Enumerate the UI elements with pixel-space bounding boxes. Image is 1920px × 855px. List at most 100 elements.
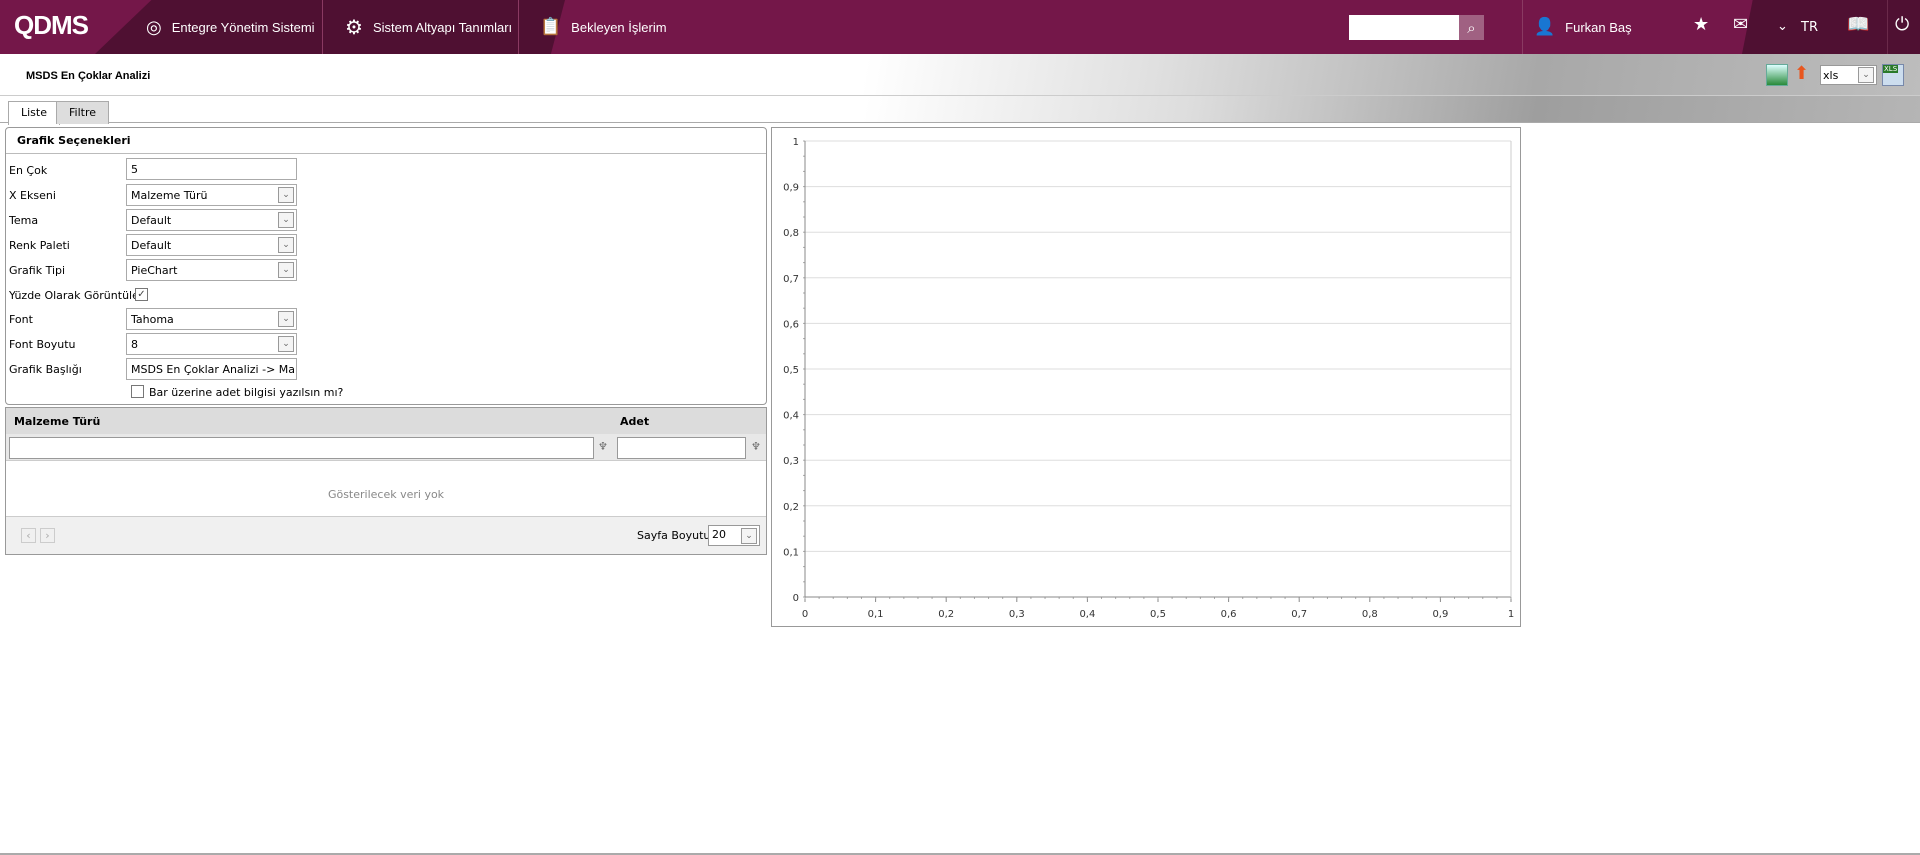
y-tick-label: 0,4	[783, 411, 799, 422]
divider	[518, 0, 519, 54]
y-tick-label: 0,3	[783, 456, 799, 467]
bar-label-text: Bar üzerine adet bilgisi yazılsın mı?	[149, 386, 344, 399]
chevron-down-icon: ⌄	[278, 187, 294, 203]
chevron-down-icon: ⌄	[278, 212, 294, 228]
chevron-down-icon: ⌄	[1858, 67, 1874, 83]
right-background	[1742, 0, 1920, 54]
panel-title: Grafik Seçenekleri	[6, 128, 766, 154]
x-tick-label: 0,6	[1221, 609, 1237, 620]
font-boyutu-select[interactable]: 8 ⌄	[126, 333, 297, 355]
column-header-malzeme[interactable]: Malzeme Türü	[14, 415, 100, 428]
qdms-logo[interactable]: QDMS	[14, 10, 89, 41]
search-button[interactable]: ⌕	[1459, 15, 1484, 40]
title-bar: MSDS En Çoklar Analizi ⬆ xls ⌄ XLS	[0, 54, 1920, 95]
top-navbar: QDMS ◎ Entegre Yönetim Sistemi ⚙ Sistem Al…	[0, 0, 1920, 54]
grafik-tipi-select[interactable]: PieChart ⌄	[126, 259, 297, 281]
tab-liste[interactable]: Liste	[8, 101, 60, 125]
prev-page-button[interactable]: ‹	[21, 528, 36, 543]
grid-header: Malzeme Türü Adet	[6, 408, 766, 434]
y-tick-label: 0,6	[783, 319, 799, 330]
divider	[322, 0, 323, 54]
chevron-down-icon: ⌄	[278, 237, 294, 253]
chart-icon[interactable]	[1766, 64, 1788, 86]
chevron-down-icon[interactable]: ⌄	[1777, 19, 1788, 34]
chart-options-panel: Grafik Seçenekleri En Çok 5 X Ekseni Mal…	[5, 127, 767, 405]
yuzde-checkbox[interactable]: ✓	[135, 288, 148, 301]
page-size-select[interactable]: 20 ⌄	[708, 525, 760, 546]
field-label: Tema	[9, 214, 39, 227]
field-label: Font	[9, 313, 33, 326]
adet-filter-input[interactable]	[617, 437, 746, 459]
x-ekseni-select[interactable]: Malzeme Türü ⌄	[126, 184, 297, 206]
x-tick-label: 1	[1508, 609, 1514, 620]
search-input[interactable]	[1349, 15, 1459, 40]
font-select[interactable]: Tahoma ⌄	[126, 308, 297, 330]
y-tick-label: 0,8	[783, 228, 799, 239]
field-label: Grafik Tipi	[9, 264, 66, 277]
user-menu[interactable]: 👤 Furkan Baş	[1534, 0, 1632, 54]
chevron-down-icon: ⌄	[278, 262, 294, 278]
filter-row: ♆ ♆	[6, 434, 766, 461]
qdms-icon: ◎	[146, 16, 162, 37]
x-tick-label: 0,3	[1009, 609, 1025, 620]
nav-sistem[interactable]: ⚙ Sistem Altyapı Tanımları	[345, 0, 512, 54]
bar-label-checkbox[interactable]	[131, 385, 144, 398]
column-header-adet[interactable]: Adet	[620, 415, 649, 428]
empty-message: Gösterilecek veri yok	[327, 488, 445, 501]
y-tick-label: 1	[793, 137, 799, 148]
filter-icon[interactable]: ♆	[598, 440, 608, 453]
data-grid: Malzeme Türü Adet ♆ ♆ Gösterilecek veri …	[5, 407, 767, 555]
y-tick-label: 0,1	[783, 547, 799, 558]
y-tick-label: 0,7	[783, 274, 799, 285]
x-tick-label: 0,7	[1291, 609, 1307, 620]
y-tick-label: 0,5	[783, 365, 799, 376]
tab-bar: Liste Filtre	[0, 95, 1920, 125]
chart-svg: 0 0,1 0,2 0,3 0,4 0,5 0,6 0,7 0,8 0,9 1 0 0,1 0,2 0,3 0…	[783, 137, 1514, 620]
chart-container: 0 0,1 0,2 0,3 0,4 0,5 0,6 0,7 0,8 0,9 1 0 0,1 0,2 0,3 0…	[771, 127, 1521, 627]
renk-paleti-select[interactable]: Default ⌄	[126, 234, 297, 256]
chevron-down-icon: ⌄	[278, 311, 294, 327]
x-tick-label: 0	[802, 609, 808, 620]
book-icon[interactable]: 📖	[1847, 14, 1869, 35]
en-cok-input[interactable]: 5	[126, 158, 297, 180]
filter-icon[interactable]: ♆	[751, 440, 761, 453]
y-tick-label: 0	[793, 593, 799, 604]
field-label: Font Boyutu	[9, 338, 76, 351]
chevron-down-icon: ⌄	[278, 336, 294, 352]
chevron-down-icon: ⌄	[741, 528, 757, 544]
mail-icon[interactable]: ✉	[1733, 14, 1748, 35]
field-label: X Ekseni	[9, 189, 56, 202]
page-size-label: Sayfa Boyutu:	[637, 529, 715, 542]
y-tick-label: 0,2	[783, 502, 799, 513]
field-label: En Çok	[9, 164, 48, 177]
field-label: Grafik Başlığı	[9, 363, 82, 376]
user-icon: 👤	[1534, 17, 1556, 36]
next-page-button[interactable]: ›	[40, 528, 55, 543]
x-tick-label: 0,5	[1150, 609, 1166, 620]
clipboard-icon: 📋	[540, 17, 562, 36]
x-tick-label: 0,8	[1362, 609, 1378, 620]
tab-filtre[interactable]: Filtre	[56, 101, 110, 124]
field-label: Yüzde Olarak Görüntüle	[9, 289, 139, 302]
language-selector[interactable]: TR	[1801, 20, 1818, 35]
malzeme-filter-input[interactable]	[9, 437, 594, 459]
tema-select[interactable]: Default ⌄	[126, 209, 297, 231]
nav-bekleyen[interactable]: 📋 Bekleyen İşlerim	[540, 0, 667, 54]
search-icon: ⌕	[1467, 18, 1476, 37]
grid-pager: ‹ › Sayfa Boyutu: 20 ⌄	[6, 516, 766, 554]
export-format-select[interactable]: xls ⌄	[1820, 65, 1877, 85]
grafik-basligi-input[interactable]: MSDS En Çoklar Analizi -> Malzeme Türü	[126, 358, 297, 380]
x-tick-label: 0,9	[1432, 609, 1448, 620]
nav-entegre[interactable]: ◎ Entegre Yönetim Sistemi	[146, 0, 315, 54]
x-tick-label: 0,1	[868, 609, 884, 620]
x-tick-label: 0,4	[1079, 609, 1095, 620]
xls-save-icon[interactable]: XLS	[1882, 64, 1904, 86]
divider	[1522, 0, 1523, 54]
gear-icon: ⚙	[345, 16, 363, 39]
divider	[1887, 0, 1888, 54]
export-icon[interactable]: ⬆	[1794, 63, 1814, 85]
power-icon[interactable]: ⏻	[1895, 14, 1909, 35]
y-tick-label: 0,9	[783, 183, 799, 194]
star-icon[interactable]: ★	[1693, 14, 1709, 35]
page-title: MSDS En Çoklar Analizi	[26, 70, 151, 82]
